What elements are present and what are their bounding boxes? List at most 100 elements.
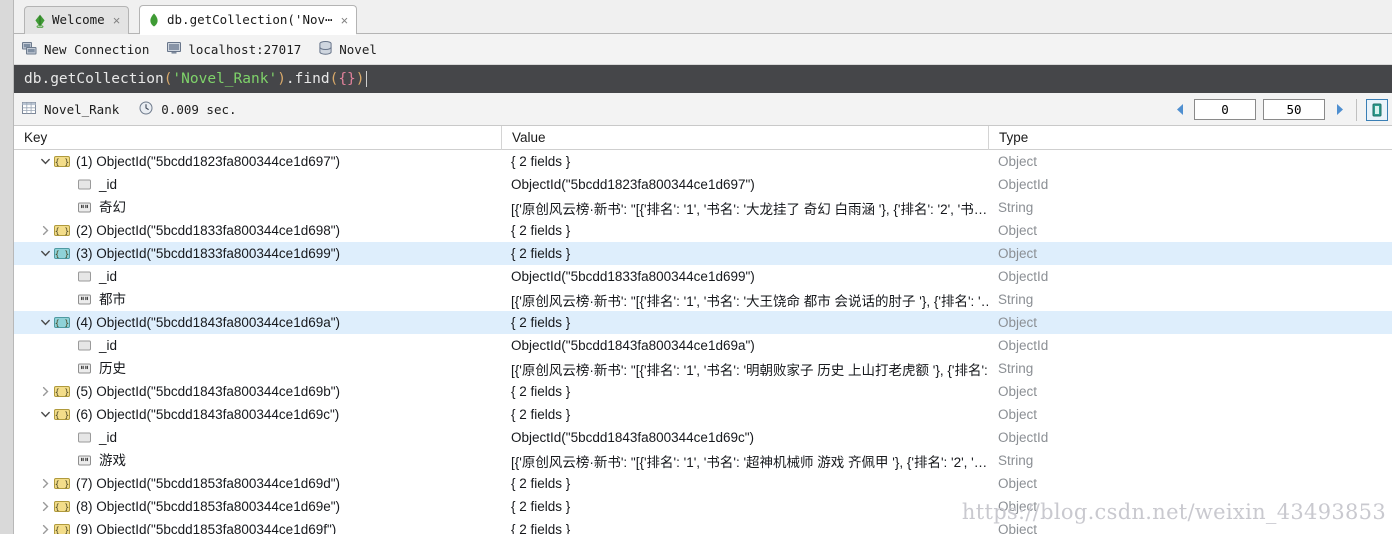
chevron-right-icon[interactable] — [36, 386, 54, 397]
tree-node-key[interactable]: { } (7) ObjectId("5bcdd1853fa800344ce1d69… — [14, 472, 501, 495]
chevron-down-icon[interactable] — [36, 248, 54, 259]
host-item[interactable]: localhost:27017 — [167, 41, 301, 58]
arrow-left-icon[interactable] — [1172, 102, 1187, 118]
tree-node-value[interactable]: { 2 fields } — [501, 472, 988, 495]
tree-node-key-label: _id — [99, 429, 118, 445]
table-row[interactable]: { } (6) ObjectId("5bcdd1843fa800344ce1d69… — [14, 403, 1392, 426]
objectid-icon — [77, 178, 93, 191]
table-row[interactable]: 都市 [{'原创风云榜·新书': "[{'排名': '1', '书名': '大王饶… — [14, 288, 1392, 311]
tree-node-value[interactable]: { 2 fields } — [501, 403, 988, 426]
table-row[interactable]: _id ObjectId("5bcdd1843fa800344ce1d69a") O… — [14, 334, 1392, 357]
result-time-label: 0.009 sec. — [161, 101, 237, 117]
table-row[interactable]: { } (3) ObjectId("5bcdd1833fa800344ce1d69… — [14, 242, 1392, 265]
chevron-right-icon[interactable] — [36, 501, 54, 512]
document-icon: { } — [54, 224, 70, 237]
toolbar-divider — [1356, 98, 1357, 121]
table-row[interactable]: { } (4) ObjectId("5bcdd1843fa800344ce1d69… — [14, 311, 1392, 334]
pagination-controls: 0 50 — [1172, 93, 1392, 126]
tree-node-value[interactable]: { 2 fields } — [501, 150, 988, 173]
tree-node-key-label: 都市 — [99, 291, 126, 307]
skip-input[interactable]: 0 — [1194, 99, 1256, 120]
chevron-right-icon[interactable] — [36, 478, 54, 489]
column-header-key[interactable]: Key — [14, 126, 501, 150]
tree-node-key[interactable]: { } (4) ObjectId("5bcdd1843fa800344ce1d69… — [14, 311, 501, 334]
table-row[interactable]: { } (8) ObjectId("5bcdd1853fa800344ce1d69… — [14, 495, 1392, 518]
tree-node-key[interactable]: { } (1) ObjectId("5bcdd1823fa800344ce1d69… — [14, 150, 501, 173]
tree-node-value[interactable]: { 2 fields } — [501, 518, 988, 534]
table-row[interactable]: _id ObjectId("5bcdd1823fa800344ce1d697") O… — [14, 173, 1392, 196]
tree-node-type: Object — [988, 472, 1392, 495]
chevron-down-icon[interactable] — [36, 156, 54, 167]
tree-node-key[interactable]: { } (9) ObjectId("5bcdd1853fa800344ce1d69… — [14, 518, 501, 534]
tree-node-key[interactable]: _id — [14, 334, 501, 357]
tree-node-key[interactable]: 历史 — [14, 357, 501, 380]
table-row[interactable]: { } (1) ObjectId("5bcdd1823fa800344ce1d69… — [14, 150, 1392, 173]
column-header-value[interactable]: Value — [501, 126, 988, 150]
tree-node-value-label: ObjectId("5bcdd1843fa800344ce1d69a") — [511, 338, 755, 353]
left-side-panel-strip[interactable] — [0, 0, 14, 534]
tab-welcome[interactable]: Welcome × — [24, 6, 130, 34]
tree-node-value[interactable]: { 2 fields } — [501, 380, 988, 403]
tree-node-value-label: { 2 fields } — [511, 476, 571, 491]
table-row[interactable]: { } (7) ObjectId("5bcdd1853fa800344ce1d69… — [14, 472, 1392, 495]
connection-name-item[interactable]: New Connection — [22, 41, 149, 58]
chevron-right-icon[interactable] — [36, 524, 54, 534]
tree-node-value[interactable]: [{'原创风云榜·新书': "[{'排名': '1', '书名': '大王饶命 … — [501, 288, 988, 311]
tree-node-key[interactable]: { } (6) ObjectId("5bcdd1843fa800344ce1d69… — [14, 403, 501, 426]
tab-welcome-close-icon[interactable]: × — [111, 14, 121, 27]
tree-node-value[interactable]: ObjectId("5bcdd1823fa800344ce1d697") — [501, 173, 988, 196]
table-row[interactable]: { } (9) ObjectId("5bcdd1853fa800344ce1d69… — [14, 518, 1392, 534]
table-row[interactable]: _id ObjectId("5bcdd1833fa800344ce1d699") O… — [14, 265, 1392, 288]
database-item[interactable]: Novel — [319, 40, 377, 58]
query-editor[interactable]: db.getCollection('Novel_Rank') .find({}) — [14, 65, 1392, 93]
tree-node-key-label: 历史 — [99, 360, 126, 376]
arrow-right-icon[interactable] — [1332, 102, 1347, 118]
result-time-item: 0.009 sec. — [139, 101, 237, 118]
tree-node-key-label: _id — [99, 268, 118, 284]
table-row[interactable]: _id ObjectId("5bcdd1843fa800344ce1d69c") O… — [14, 426, 1392, 449]
query-token: {} — [338, 71, 356, 87]
tree-node-key[interactable]: { } (3) ObjectId("5bcdd1833fa800344ce1d69… — [14, 242, 501, 265]
tree-node-value[interactable]: { 2 fields } — [501, 219, 988, 242]
results-tree[interactable]: { } (1) ObjectId("5bcdd1823fa800344ce1d69… — [14, 150, 1392, 534]
tree-node-value[interactable]: ObjectId("5bcdd1843fa800344ce1d69a") — [501, 334, 988, 357]
document-icon: { } — [54, 316, 70, 329]
table-row[interactable]: { } (5) ObjectId("5bcdd1843fa800344ce1d69… — [14, 380, 1392, 403]
tree-node-key[interactable]: 奇幻 — [14, 196, 501, 219]
string-icon — [77, 293, 93, 306]
tree-node-value[interactable]: [{'原创风云榜·新书': "[{'排名': '1', '书名': '超神机械师… — [501, 449, 988, 472]
tree-node-key[interactable]: { } (2) ObjectId("5bcdd1833fa800344ce1d69… — [14, 219, 501, 242]
tree-node-key[interactable]: _id — [14, 426, 501, 449]
tree-node-value[interactable]: [{'原创风云榜·新书': "[{'排名': '1', '书名': '明朝败家子… — [501, 357, 988, 380]
tree-node-value[interactable]: ObjectId("5bcdd1843fa800344ce1d69c") — [501, 426, 988, 449]
tree-node-key[interactable]: 都市 — [14, 288, 501, 311]
tree-node-key[interactable]: _id — [14, 173, 501, 196]
chevron-down-icon[interactable] — [36, 317, 54, 328]
tab-query-editor-close-icon[interactable]: × — [339, 14, 349, 27]
tab-query-editor[interactable]: db.getCollection('Nov⋯ × — [139, 5, 358, 35]
tree-node-key-label: 奇幻 — [99, 199, 126, 215]
tree-node-key[interactable]: { } (8) ObjectId("5bcdd1853fa800344ce1d69… — [14, 495, 501, 518]
tree-node-key[interactable]: 游戏 — [14, 449, 501, 472]
chevron-down-icon[interactable] — [36, 409, 54, 420]
tree-node-type-label: String — [998, 453, 1034, 468]
table-row[interactable]: 游戏 [{'原创风云榜·新书': "[{'排名': '1', '书名': '超神机… — [14, 449, 1392, 472]
column-header-type[interactable]: Type — [988, 126, 1392, 150]
query-token: db.getCollection — [24, 71, 164, 87]
table-row[interactable]: 历史 [{'原创风云榜·新书': "[{'排名': '1', '书名': '明朝败… — [14, 357, 1392, 380]
tree-node-value[interactable]: { 2 fields } — [501, 242, 988, 265]
column-header-value-label: Value — [501, 126, 988, 150]
table-row[interactable]: 奇幻 [{'原创风云榜·新书': "[{'排名': '1', '书名': '大龙挂… — [14, 196, 1392, 219]
objectid-icon — [77, 270, 93, 283]
tree-node-value[interactable]: [{'原创风云榜·新书': "[{'排名': '1', '书名': '大龙挂了 … — [501, 196, 988, 219]
chevron-right-icon[interactable] — [36, 225, 54, 236]
tree-view-icon[interactable] — [1366, 98, 1388, 121]
mongodb-leaf-icon — [149, 13, 161, 27]
limit-input[interactable]: 50 — [1263, 99, 1325, 120]
tree-node-value[interactable]: ObjectId("5bcdd1833fa800344ce1d699") — [501, 265, 988, 288]
tree-node-key[interactable]: _id — [14, 265, 501, 288]
tree-node-key[interactable]: { } (5) ObjectId("5bcdd1843fa800344ce1d69… — [14, 380, 501, 403]
tree-node-value[interactable]: { 2 fields } — [501, 495, 988, 518]
table-row[interactable]: { } (2) ObjectId("5bcdd1833fa800344ce1d69… — [14, 219, 1392, 242]
tree-node-value[interactable]: { 2 fields } — [501, 311, 988, 334]
